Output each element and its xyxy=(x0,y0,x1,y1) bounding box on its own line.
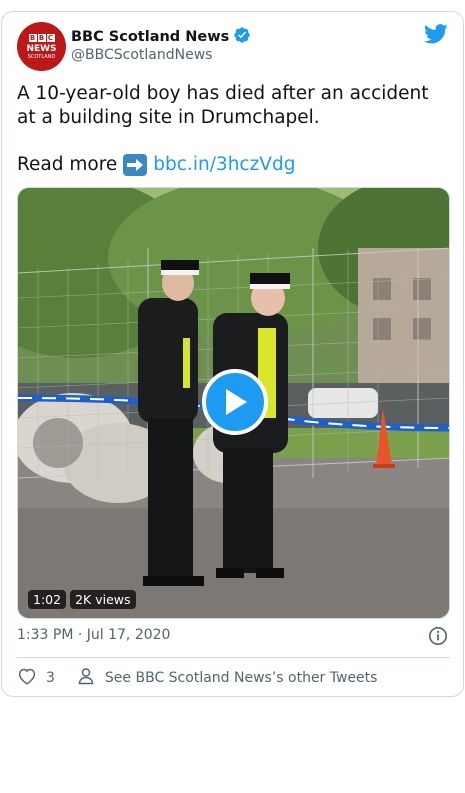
other-tweets-link[interactable]: See BBC Scotland News’s other Tweets xyxy=(77,667,378,689)
like-count[interactable]: 3 xyxy=(46,670,55,686)
avatar-scotland-text: SCOTLAND xyxy=(27,53,56,60)
read-more-label: Read more xyxy=(17,154,118,175)
tweet-card[interactable]: B B C NEWS SCOTLAND BBC Scotland News @B… xyxy=(1,11,464,697)
verified-badge-icon xyxy=(233,26,251,48)
tweet-link[interactable]: bbc.in/3hczVdg xyxy=(153,153,295,177)
read-more-line: Read more bbc.in/3hczVdg xyxy=(17,153,295,177)
video-duration: 1:02 xyxy=(28,590,67,609)
avatar-news-text: NEWS xyxy=(26,43,57,54)
video-badges: 1:02 2K views xyxy=(28,590,136,609)
heart-icon[interactable] xyxy=(17,667,37,689)
person-icon xyxy=(77,667,95,689)
play-button[interactable] xyxy=(202,369,268,435)
bbc-logo-blocks: B B C xyxy=(28,33,55,42)
twitter-bird-icon[interactable] xyxy=(424,24,448,44)
tweet-actions: 3 See BBC Scotland News’s other Tweets xyxy=(17,667,377,689)
video-views: 2K views xyxy=(70,590,136,609)
account-name[interactable]: BBC Scotland News xyxy=(71,29,229,45)
right-arrow-icon xyxy=(123,154,148,176)
other-tweets-label[interactable]: See BBC Scotland News’s other Tweets xyxy=(105,670,378,686)
account-handle[interactable]: @BBCScotlandNews xyxy=(71,47,212,63)
divider xyxy=(17,657,450,658)
avatar[interactable]: B B C NEWS SCOTLAND xyxy=(17,22,66,71)
tweet-text: A 10-year-old boy has died after an acci… xyxy=(17,83,429,128)
info-icon[interactable] xyxy=(428,626,448,646)
video-player[interactable]: 1:02 2K views xyxy=(17,187,450,619)
play-icon xyxy=(226,389,247,415)
tweet-timestamp[interactable]: 1:33 PM · Jul 17, 2020 xyxy=(17,627,170,643)
account-name-row[interactable]: BBC Scotland News xyxy=(71,26,251,48)
